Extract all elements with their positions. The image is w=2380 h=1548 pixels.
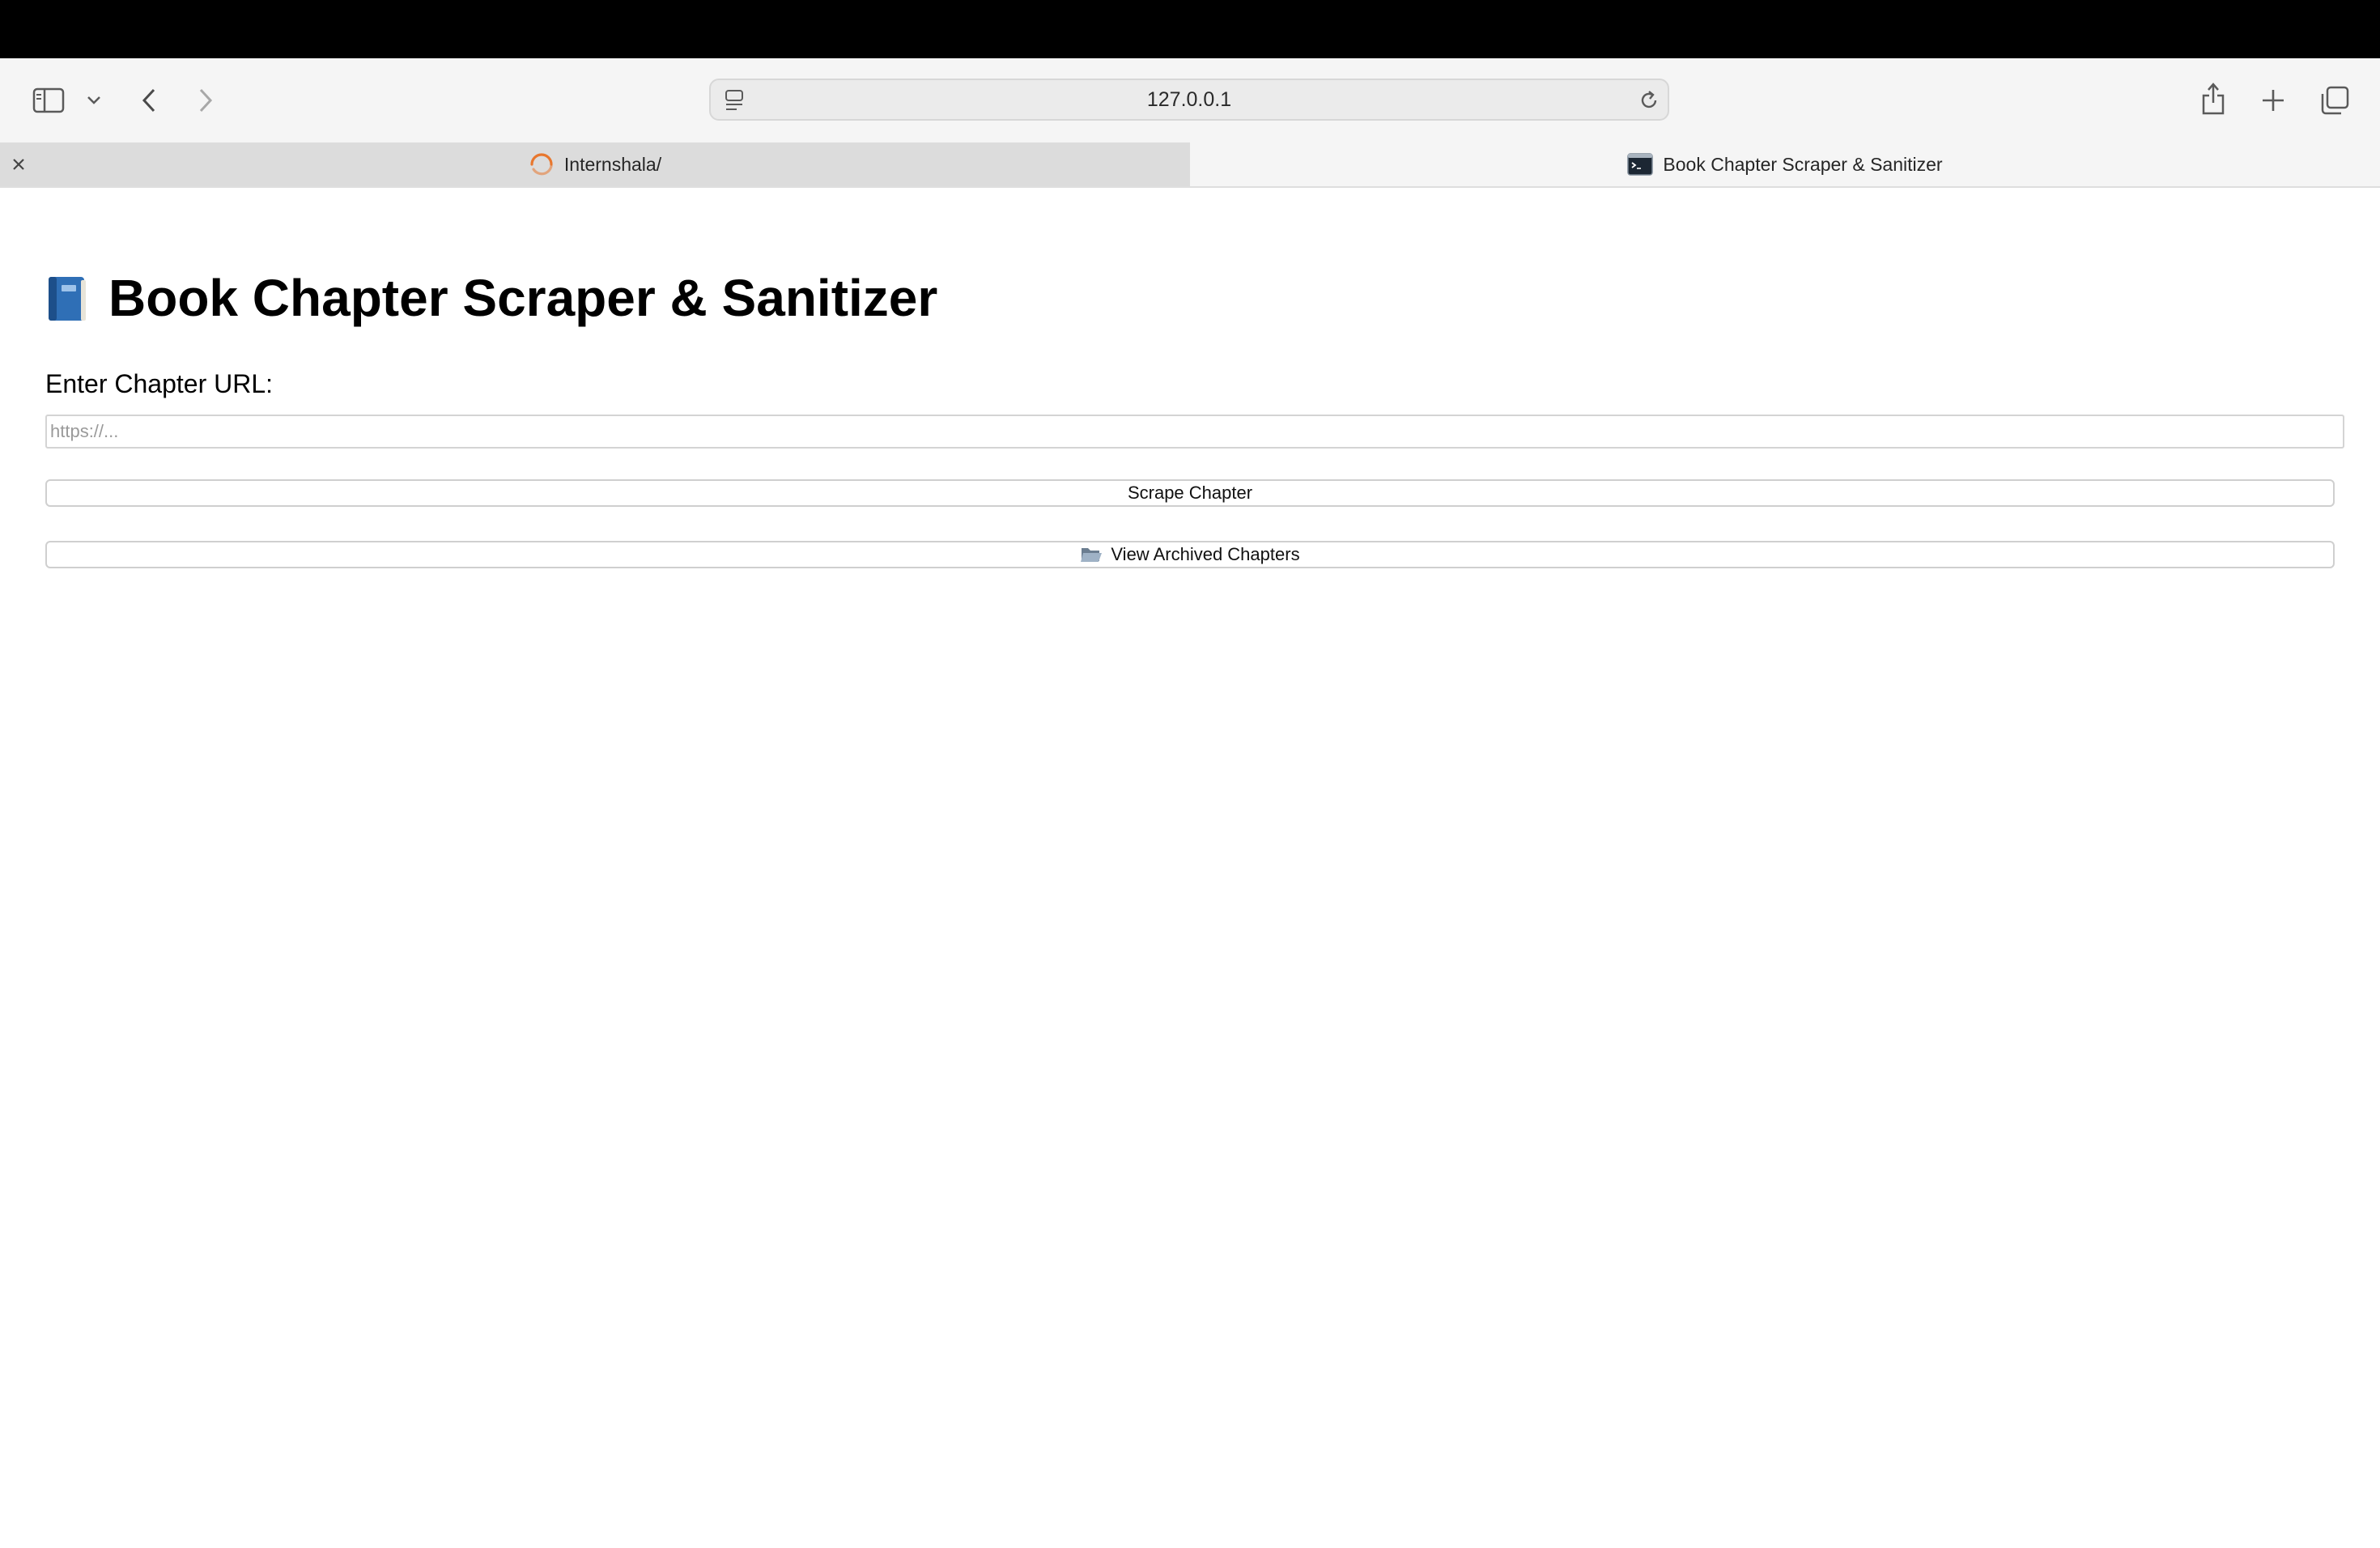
browser-toolbar: 127.0.0.1 xyxy=(0,58,2380,142)
address-text: 127.0.0.1 xyxy=(1146,87,1232,111)
chapter-url-input[interactable] xyxy=(45,415,2344,449)
loading-spinner-icon xyxy=(529,151,555,177)
forward-icon[interactable] xyxy=(193,84,219,117)
system-top-bar xyxy=(0,0,2380,58)
terminal-icon xyxy=(1627,153,1654,176)
share-icon[interactable] xyxy=(2197,79,2229,118)
url-label: Enter Chapter URL: xyxy=(45,369,274,398)
tab-book-chapter-scraper[interactable]: Book Chapter Scraper & Sanitizer xyxy=(1190,142,2380,186)
tab-internshala[interactable]: Internshala/ xyxy=(0,142,1190,186)
sidebar-toggle-icon[interactable] xyxy=(31,84,66,117)
tab-overview-icon[interactable] xyxy=(2317,83,2352,118)
blue-book-icon xyxy=(45,274,89,322)
reload-icon[interactable] xyxy=(1637,88,1661,113)
open-folder-icon xyxy=(1080,546,1103,563)
page-title: Book Chapter Scraper & Sanitizer xyxy=(108,269,938,327)
new-tab-icon[interactable] xyxy=(2257,84,2289,117)
tab-bar: Internshala/ Book Chapter Scraper & Sani… xyxy=(0,142,2380,188)
chevron-down-icon[interactable] xyxy=(84,91,104,110)
scrape-chapter-label: Scrape Chapter xyxy=(1127,483,1253,503)
back-icon[interactable] xyxy=(136,84,162,117)
scrape-chapter-button[interactable]: Scrape Chapter xyxy=(45,479,2335,507)
close-icon[interactable] xyxy=(8,154,29,175)
view-archived-chapters-label: View Archived Chapters xyxy=(1111,544,1300,564)
address-bar[interactable]: 127.0.0.1 xyxy=(709,79,1669,121)
tab-title: Internshala/ xyxy=(563,153,662,175)
view-archived-chapters-button[interactable]: View Archived Chapters xyxy=(45,541,2335,568)
page-heading: Book Chapter Scraper & Sanitizer xyxy=(45,266,937,330)
tab-title: Book Chapter Scraper & Sanitizer xyxy=(1663,153,1943,175)
